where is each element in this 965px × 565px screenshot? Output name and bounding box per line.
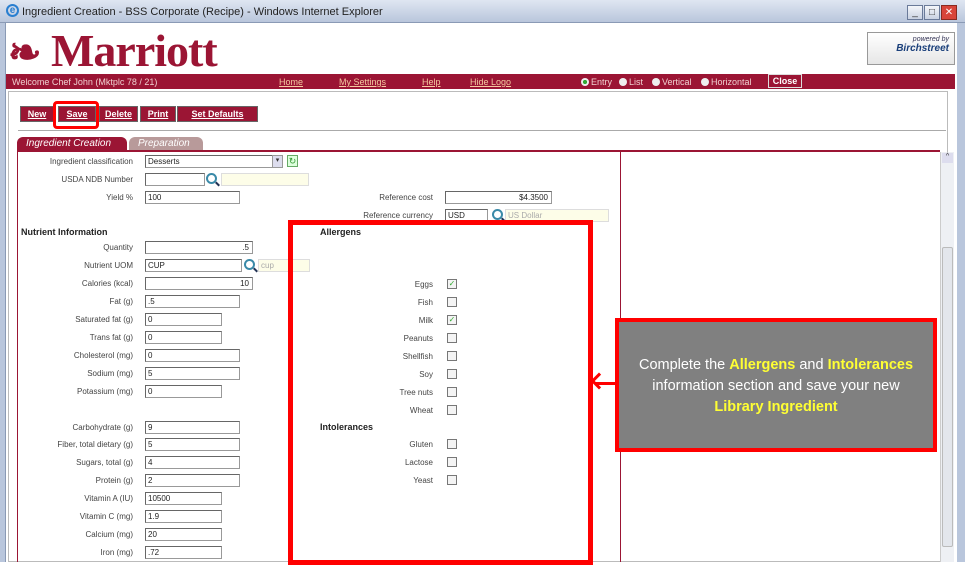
- nutrient-protein-g-input[interactable]: 2: [145, 474, 240, 487]
- view-list-radio[interactable]: List: [619, 77, 643, 87]
- nav-bar: Welcome Chef John (Mktplc 78 / 21) Home …: [6, 74, 955, 89]
- nutrient-saturated-fat-g-label: Saturated fat (g): [75, 315, 133, 324]
- reference-currency-label: Reference currency: [363, 211, 433, 220]
- callout-text: Complete the: [638, 357, 730, 373]
- tab-ingredient-creation[interactable]: Ingredient Creation: [17, 137, 127, 150]
- nutrient-fiber-total-dietary-g-input[interactable]: 5: [145, 438, 240, 451]
- nutrient-carbohydrate-g-label: Carbohydrate (g): [72, 423, 133, 432]
- nutrient-protein-g-label: Protein (g): [95, 476, 133, 485]
- nutrient-iron-mg-label: Iron (mg): [100, 548, 133, 557]
- callout-highlight-intolerances: Intolerances: [827, 357, 914, 373]
- nutrient-quantity-label: Quantity: [103, 243, 133, 252]
- view-vertical-radio[interactable]: Vertical: [652, 77, 692, 87]
- nutrient-fiber-total-dietary-g-label: Fiber, total dietary (g): [57, 440, 133, 449]
- search-icon[interactable]: [492, 209, 503, 220]
- ie-icon: e: [6, 4, 19, 17]
- nutrient-saturated-fat-g-input[interactable]: 0: [145, 313, 222, 326]
- usda-description-field: [221, 173, 309, 186]
- tab-underline: [17, 150, 940, 152]
- nutrient-sodium-mg-input[interactable]: 5: [145, 367, 240, 380]
- nutrient-calories-kcal-input[interactable]: 10: [145, 277, 253, 290]
- nutrient-iron-mg-input[interactable]: .72: [145, 546, 222, 559]
- search-icon[interactable]: [244, 259, 255, 270]
- instruction-callout: Complete the Allergens and Intolerances …: [615, 318, 937, 452]
- close-button[interactable]: Close: [768, 74, 802, 88]
- maximize-button[interactable]: □: [924, 5, 940, 20]
- nutrient-fat-g-label: Fat (g): [109, 297, 133, 306]
- nutrient-cholesterol-mg-label: Cholesterol (mg): [73, 351, 133, 360]
- minimize-button[interactable]: _: [907, 5, 923, 20]
- new-button[interactable]: New: [20, 106, 54, 122]
- nutrient-vitamin-c-mg-label: Vitamin C (mg): [79, 512, 133, 521]
- window-close-button[interactable]: ✕: [941, 5, 957, 20]
- nutrient-sugars-total-g-input[interactable]: 4: [145, 456, 240, 469]
- nav-home-link[interactable]: Home: [279, 77, 303, 87]
- welcome-text: Welcome Chef John (Mktplc 78 / 21): [12, 77, 158, 87]
- marriott-logo-text: Marriott: [51, 25, 218, 76]
- nutrient-nutrient-uom-label: Nutrient UOM: [84, 261, 133, 270]
- usda-ndb-number-input[interactable]: [145, 173, 205, 186]
- scroll-up-arrow-icon[interactable]: ^: [942, 153, 953, 163]
- allergens-highlight: [288, 220, 593, 565]
- nutrient-carbohydrate-g-input[interactable]: 9: [145, 421, 240, 434]
- ingredient-classification-select[interactable]: Desserts: [145, 155, 283, 168]
- reference-cost-input[interactable]: $4.3500: [445, 191, 552, 204]
- view-horizontal-radio[interactable]: Horizontal: [701, 77, 752, 87]
- nutrient-trans-fat-g-label: Trans fat (g): [89, 333, 133, 342]
- nav-help-link[interactable]: Help: [422, 77, 441, 87]
- nutrient-cholesterol-mg-input[interactable]: 0: [145, 349, 240, 362]
- scroll-thumb[interactable]: [942, 247, 953, 547]
- nav-hide-logo-link[interactable]: Hide Logo: [470, 77, 511, 87]
- toolbar-divider: [18, 130, 946, 131]
- print-button[interactable]: Print: [140, 106, 176, 122]
- nutrient-vitamin-a-iu-label: Vitamin A (IU): [84, 494, 133, 503]
- view-entry-radio[interactable]: Entry: [581, 77, 612, 87]
- usda-ndb-number-label: USDA NDB Number: [61, 175, 133, 184]
- nutrient-calcium-mg-label: Calcium (mg): [85, 530, 133, 539]
- scrollbar[interactable]: ^: [940, 152, 954, 562]
- search-icon[interactable]: [206, 173, 217, 184]
- birchstreet-text: Birchstreet: [896, 43, 949, 54]
- nutrient-information-heading: Nutrient Information: [21, 227, 108, 237]
- powered-by-text: powered by: [912, 36, 949, 43]
- nutrient-fat-g-input[interactable]: .5: [145, 295, 240, 308]
- nutrient-calories-kcal-label: Calories (kcal): [81, 279, 133, 288]
- tab-preparation[interactable]: Preparation: [129, 137, 203, 150]
- delete-button[interactable]: Delete: [99, 106, 138, 122]
- nutrient-sodium-mg-label: Sodium (mg): [87, 369, 133, 378]
- yield-percent-input[interactable]: 100: [145, 191, 240, 204]
- callout-text: information section and save your new: [652, 378, 900, 394]
- window-title: Ingredient Creation - BSS Corporate (Rec…: [22, 6, 383, 18]
- save-highlight: [53, 101, 99, 129]
- nutrient-vitamin-c-mg-input[interactable]: 1.9: [145, 510, 222, 523]
- window-title-bar: e Ingredient Creation - BSS Corporate (R…: [0, 0, 965, 23]
- callout-text: and: [795, 357, 828, 373]
- nutrient-calcium-mg-input[interactable]: 20: [145, 528, 222, 541]
- set-defaults-button[interactable]: Set Defaults: [177, 106, 258, 122]
- yield-percent-label: Yield %: [106, 193, 133, 202]
- nav-settings-link[interactable]: My Settings: [339, 77, 386, 87]
- nutrient-quantity-input[interactable]: .5: [145, 241, 253, 254]
- nutrient-potassium-mg-input[interactable]: 0: [145, 385, 222, 398]
- callout-highlight-allergens: Allergens: [729, 357, 796, 373]
- birchstreet-logo: powered by Birchstreet: [867, 32, 955, 65]
- chevron-down-icon[interactable]: ▾: [272, 155, 283, 168]
- nutrient-vitamin-a-iu-input[interactable]: 10500: [145, 492, 222, 505]
- refresh-icon[interactable]: ↻: [287, 155, 298, 167]
- marriott-emblem-icon: ❧: [8, 30, 42, 75]
- nutrient-trans-fat-g-input[interactable]: 0: [145, 331, 222, 344]
- callout-highlight-library-ingredient: Library Ingredient: [714, 399, 838, 415]
- reference-cost-label: Reference cost: [379, 193, 433, 202]
- nutrient-nutrient-uom-input[interactable]: CUP: [145, 259, 242, 272]
- nutrient-sugars-total-g-label: Sugars, total (g): [76, 458, 133, 467]
- nutrient-potassium-mg-label: Potassium (mg): [76, 387, 133, 396]
- window-frame-right: [957, 23, 965, 562]
- ingredient-classification-label: Ingredient classification: [49, 157, 133, 166]
- marriott-logo: ❧ Marriott: [8, 24, 218, 77]
